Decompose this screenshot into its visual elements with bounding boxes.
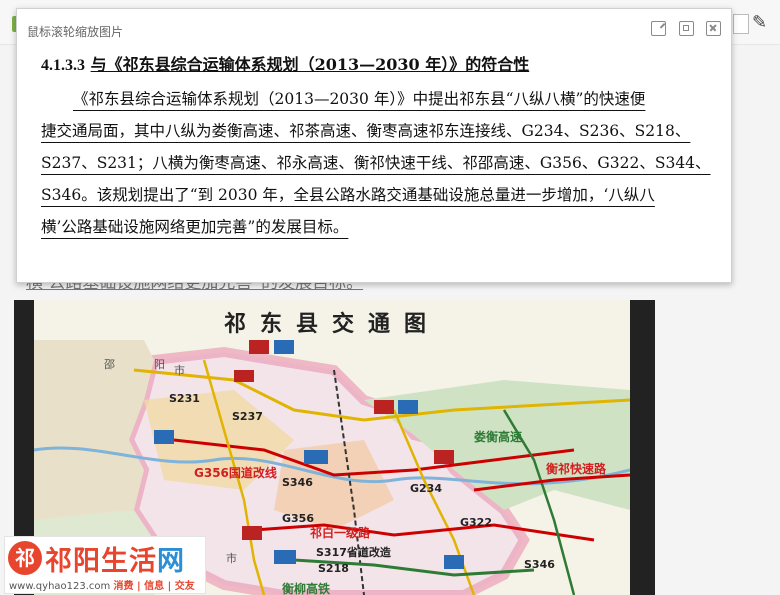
map-label-g356-reroute: G356国道改线: [194, 466, 277, 480]
background-input[interactable]: [733, 14, 749, 34]
route-marker: [374, 400, 394, 414]
section-paragraph: 《祁东县综合运输体系规划（2013—2030 年）》中提出祁东县“八纵八横”的快…: [41, 83, 719, 243]
map-label-g234: G234: [410, 482, 442, 495]
map-title: 祁东县交通图: [223, 312, 440, 337]
route-marker: [398, 400, 418, 414]
map-label-s346: S346: [282, 476, 313, 489]
close-icon[interactable]: [706, 21, 721, 36]
map-label-louheng: 娄衡高速: [474, 430, 523, 444]
pencil-icon[interactable]: ✎: [752, 12, 767, 33]
map-label-s237: S237: [232, 410, 263, 423]
logo-url: www.qyhao123.com 消费 | 信息 | 交友: [9, 581, 195, 592]
paragraph-line: 横’公路基础设施网络更加完善”的发展目标。: [41, 218, 349, 236]
route-marker: [274, 550, 296, 564]
viewer-title: 鼠标滚轮缩放图片: [27, 25, 124, 39]
route-marker: [242, 526, 262, 540]
map-label-hengliu: 衡柳高铁: [282, 582, 331, 595]
map-label-s218: S218: [318, 562, 349, 575]
restore-icon[interactable]: [679, 21, 694, 36]
route-marker: [304, 450, 328, 464]
map-label-yang: 阳: [154, 358, 165, 371]
map-label-s346b: S346: [524, 558, 555, 571]
logo-badge-icon: 祁: [8, 541, 42, 575]
route-marker: [154, 430, 174, 444]
paragraph-line: S237、S231；八横为衡枣高速、祁永高速、衡祁快速干线、祁邵高速、G356、…: [41, 154, 711, 172]
map-label-shi: 市: [174, 364, 185, 377]
site-logo[interactable]: 祁 祁阳生活网 www.qyhao123.com 消费 | 信息 | 交友: [4, 536, 206, 594]
map-label-qibai: 祁白一级路: [310, 526, 371, 540]
section-heading: 4.1.3.3 与《祁东县综合运输体系规划（2013—2030 年）》的符合性: [41, 51, 529, 75]
map-label-shaoyang: 邵: [104, 358, 115, 371]
route-marker: [434, 450, 454, 464]
section-title: 与《祁东县综合运输体系规划（2013—2030 年）》的符合性: [90, 55, 530, 74]
logo-name: 祁阳生活网: [45, 546, 185, 577]
route-marker: [249, 340, 269, 354]
route-marker: [444, 555, 464, 569]
map-label-g322: G322: [460, 516, 492, 529]
page-right-margin: [655, 300, 780, 595]
map-label-s231: S231: [169, 392, 200, 405]
image-zoom-viewer[interactable]: 鼠标滚轮缩放图片 4.1.3.3 与《祁东县综合运输体系规划（2013—2030…: [16, 8, 732, 283]
route-marker: [234, 370, 254, 382]
open-original-icon[interactable]: [651, 21, 666, 36]
paragraph-line: 《祁东县综合运输体系规划（2013—2030 年）》中提出祁东县“八纵八横”的快…: [73, 90, 646, 108]
map-label-hengqi: 衡祁快速路: [546, 462, 607, 476]
map-label-s317: S317省道改造: [316, 546, 391, 559]
route-marker: [274, 340, 294, 354]
section-number: 4.1.3.3: [41, 57, 85, 74]
paragraph-line: S346。该规划提出了“到 2030 年，全县公路水路交通基础设施总量进一步增加…: [41, 186, 655, 204]
paragraph-line: 捷交通局面，其中八纵为娄衡高速、祁茶高速、衡枣高速祁东连接线、G234、S236…: [41, 122, 691, 140]
map-label-shi2: 市: [226, 552, 237, 565]
